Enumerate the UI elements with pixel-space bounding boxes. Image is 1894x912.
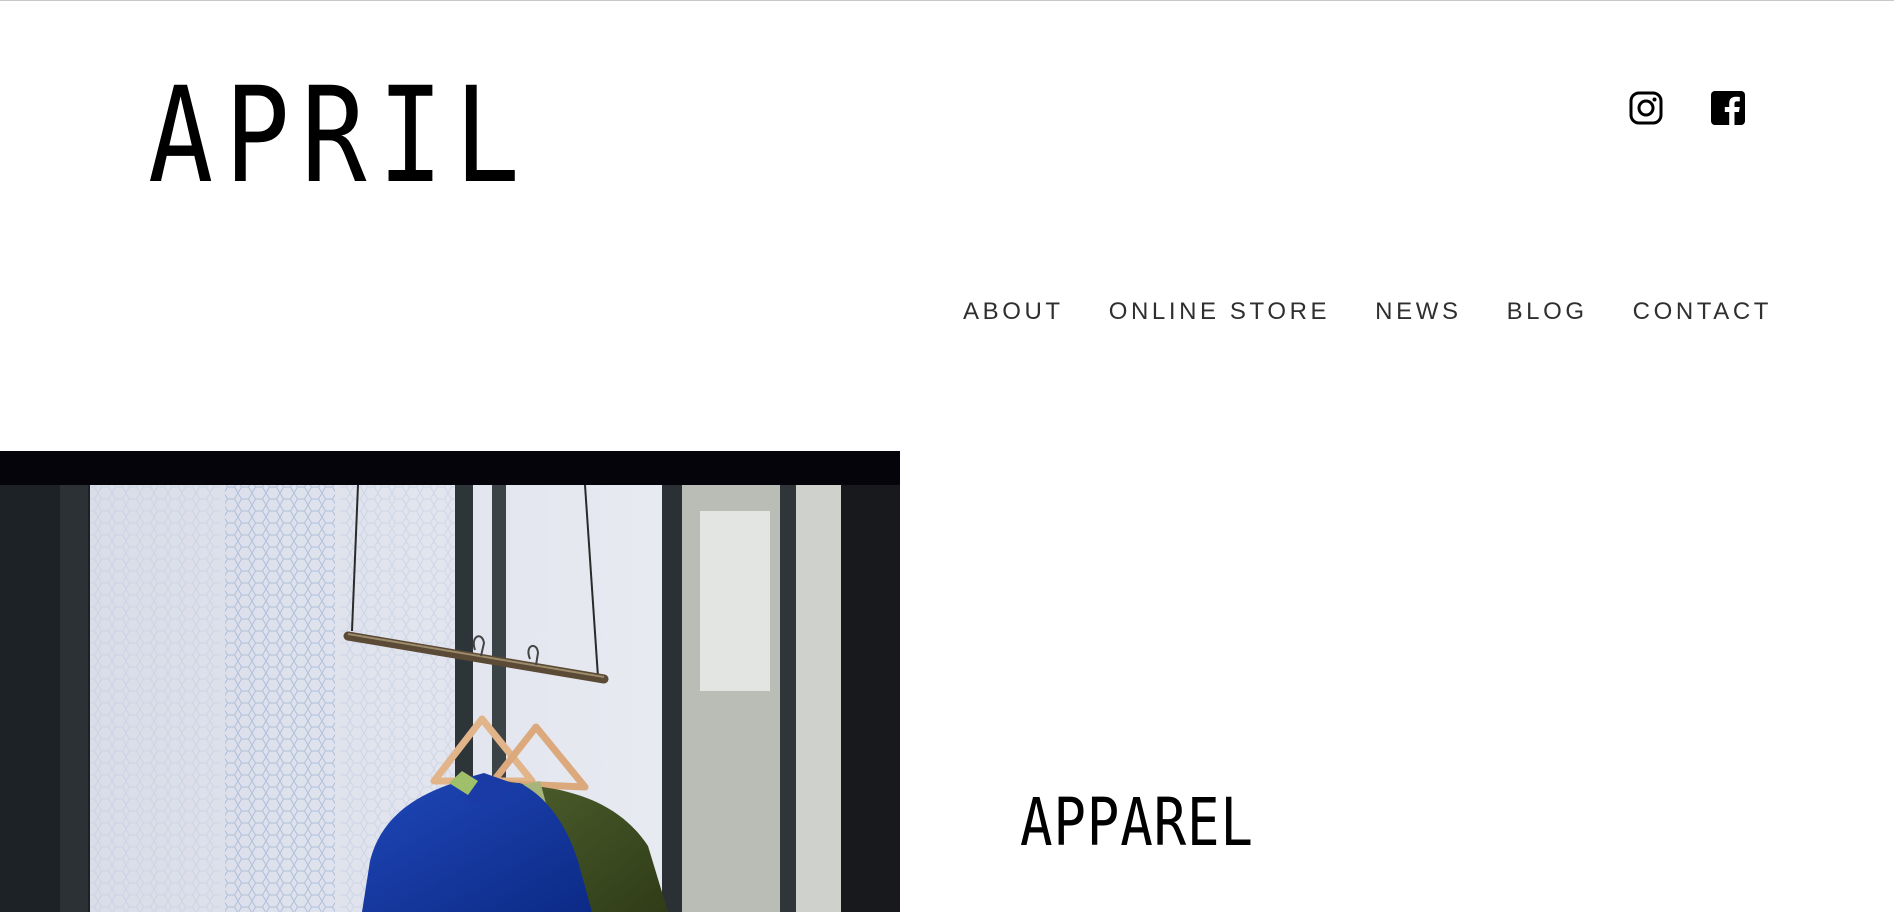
hero-photo xyxy=(0,451,900,912)
site-logo[interactable]: APRIL xyxy=(148,70,531,202)
instagram-link[interactable] xyxy=(1628,90,1664,126)
facebook-link[interactable] xyxy=(1710,90,1746,126)
instagram-icon xyxy=(1629,91,1663,125)
section-title: APPAREL xyxy=(1020,784,1254,861)
nav-contact[interactable]: CONTACT xyxy=(1633,298,1772,326)
clothing-rack-photo xyxy=(0,451,900,912)
nav-online-store[interactable]: ONLINE STORE xyxy=(1109,298,1330,326)
nav-blog[interactable]: BLOG xyxy=(1507,298,1588,326)
nav-news[interactable]: NEWS xyxy=(1375,298,1461,326)
main-nav: ABOUT ONLINE STORE NEWS BLOG CONTACT xyxy=(963,298,1772,326)
nav-about[interactable]: ABOUT xyxy=(963,298,1064,326)
top-divider xyxy=(0,0,1894,1)
social-links xyxy=(1628,90,1746,126)
facebook-icon xyxy=(1711,91,1745,125)
